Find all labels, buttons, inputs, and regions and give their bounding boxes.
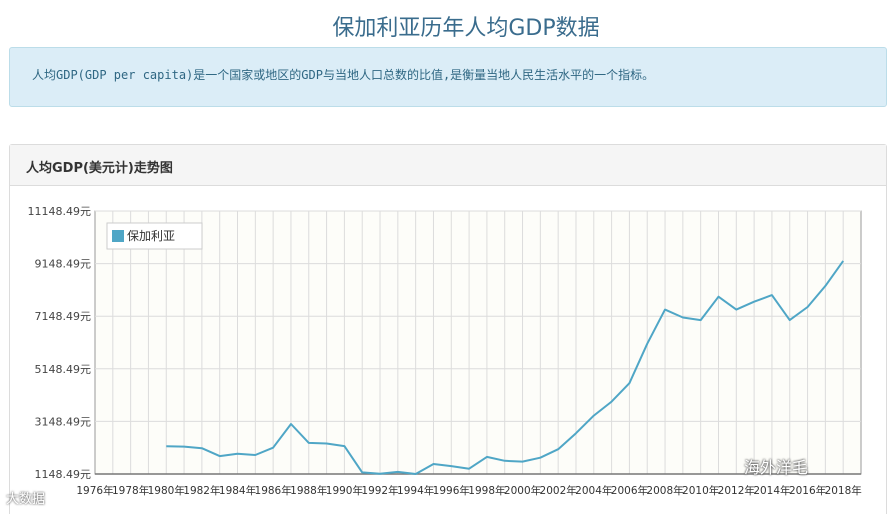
x-tick-label: 1980年	[148, 484, 185, 497]
x-tick-label: 2018年	[825, 484, 862, 497]
y-tick-label: 3148.49元	[35, 415, 92, 428]
legend-label: 保加利亚	[127, 229, 175, 243]
x-tick-label: 2008年	[646, 484, 683, 497]
x-tick-label: 1982年	[183, 484, 220, 497]
x-tick-label: 1976年	[76, 484, 113, 497]
x-tick-label: 1992年	[361, 484, 398, 497]
x-tick-label: 2004年	[575, 484, 612, 497]
x-tick-label: 1984年	[219, 484, 256, 497]
x-tick-label: 1978年	[112, 484, 149, 497]
weibo-watermark: 大数据	[6, 492, 46, 507]
y-tick-label: 9148.49元	[35, 258, 92, 271]
x-tick-label: 1996年	[433, 484, 470, 497]
x-tick-label: 1988年	[290, 484, 327, 497]
x-tick-label: 2014年	[753, 484, 790, 497]
x-tick-label: 2016年	[789, 484, 826, 497]
x-tick-label: 1990年	[326, 484, 363, 497]
x-tick-label: 2010年	[682, 484, 719, 497]
x-tick-label: 2000年	[504, 484, 541, 497]
x-tick-label: 2012年	[718, 484, 755, 497]
y-tick-label: 11148.49元	[28, 205, 92, 218]
plot-area	[94, 210, 862, 475]
legend-swatch	[112, 230, 124, 242]
x-tick-label: 1986年	[255, 484, 292, 497]
y-tick-label: 7148.49元	[35, 310, 92, 323]
x-tick-label: 2002年	[540, 484, 577, 497]
wechat-watermark: 海外洋毛	[744, 458, 809, 477]
x-tick-label: 1998年	[468, 484, 505, 497]
y-tick-label: 5148.49元	[35, 363, 92, 376]
gdp-line-chart: 1148.49元 3148.49元 5148.49元 7148.49元 9148.49元…	[28, 205, 862, 497]
y-tick-label: 1148.49元	[35, 468, 92, 481]
x-tick-label: 1994年	[397, 484, 434, 497]
x-tick-label: 2006年	[611, 484, 648, 497]
